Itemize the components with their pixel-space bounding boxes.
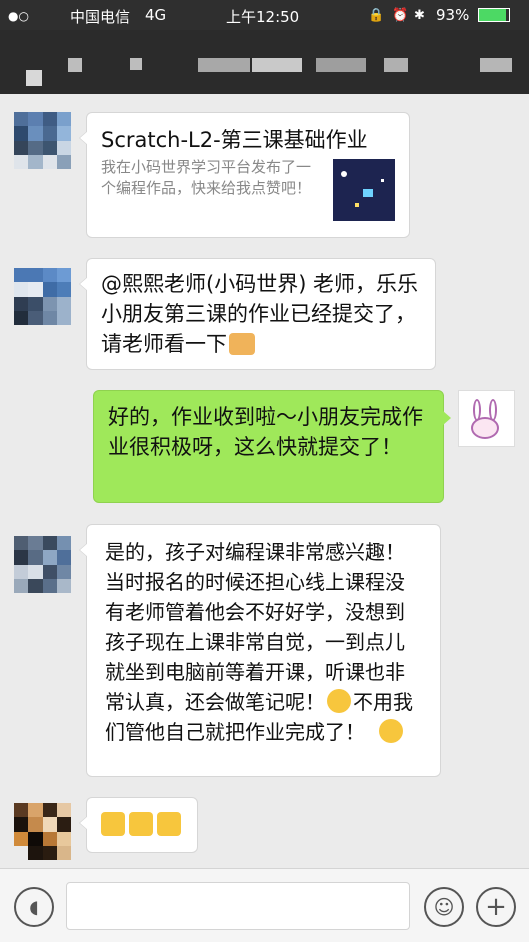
avatar[interactable] xyxy=(14,536,71,593)
bunny-face-icon xyxy=(471,417,499,439)
card-thumbnail xyxy=(333,159,395,221)
chat-header xyxy=(0,30,529,94)
carrier-label: 中国电信 xyxy=(70,8,131,26)
avatar[interactable] xyxy=(14,112,71,169)
message-text: @熙熙老师(小码世界) 老师，乐乐小朋友第三课的作业已经提交了，请老师看一下 xyxy=(101,272,419,356)
alarm-icon: ⏰ xyxy=(392,8,409,23)
voice-icon[interactable]: ◖ xyxy=(14,887,54,927)
chat-message[interactable] xyxy=(79,797,198,853)
heart-eyes-emoji-icon xyxy=(327,689,351,713)
thumbs-up-icon xyxy=(157,812,181,836)
chat-message[interactable]: 是的，孩子对编程课非常感兴趣！当时报名的时候还担心线上课程没有老师管着他会不好好… xyxy=(79,524,441,777)
emoji-icon[interactable]: ☺ xyxy=(424,887,464,927)
message-input[interactable] xyxy=(66,882,410,930)
card-title: Scratch-L2-第三课基础作业 xyxy=(101,128,368,152)
battery-percent: 93% xyxy=(436,6,470,24)
avatar[interactable] xyxy=(14,268,71,325)
clock: 上午12:50 xyxy=(226,8,300,26)
message-text: 好的，作业收到啦～小朋友完成作业很积极呀，这么快就提交了！ xyxy=(108,405,423,459)
grin-emoji-icon xyxy=(379,719,404,743)
chat-message[interactable]: @熙熙老师(小码世界) 老师，乐乐小朋友第三课的作业已经提交了，请老师看一下 xyxy=(79,258,436,370)
back-icon[interactable] xyxy=(26,70,42,86)
network-label: 4G xyxy=(145,6,167,24)
avatar[interactable] xyxy=(14,803,71,860)
message-text: 是的，孩子对编程课非常感兴趣！当时报名的时候还担心线上课程没有老师管着他会不好好… xyxy=(105,540,405,714)
input-bar: ◖ ☺ + xyxy=(0,868,529,942)
link-card-message[interactable]: Scratch-L2-第三课基础作业 我在小码世界学习平台发布了一个编程作品，快… xyxy=(79,112,410,238)
plus-icon[interactable]: + xyxy=(476,887,516,927)
clap-emoji-icon xyxy=(229,333,255,355)
thumbs-up-icon xyxy=(129,812,153,836)
chat-message-sent[interactable]: 好的，作业收到啦～小朋友完成作业很积极呀，这么快就提交了！ xyxy=(93,390,451,503)
bluetooth-icon: ✱ xyxy=(414,8,425,23)
battery-icon xyxy=(478,8,510,22)
lock-icon: 🔒 xyxy=(368,8,385,23)
thumbs-up-icon xyxy=(101,812,125,836)
avatar[interactable] xyxy=(458,390,515,447)
signal-icon: ●○ xyxy=(8,9,29,23)
card-description: 我在小码世界学习平台发布了一个编程作品，快来给我点赞吧！ xyxy=(101,158,312,197)
status-bar: ●○ 中国电信 4G 上午12:50 🔒 ⏰ ✱ 93% xyxy=(0,0,529,30)
profile-icon[interactable] xyxy=(480,58,512,72)
